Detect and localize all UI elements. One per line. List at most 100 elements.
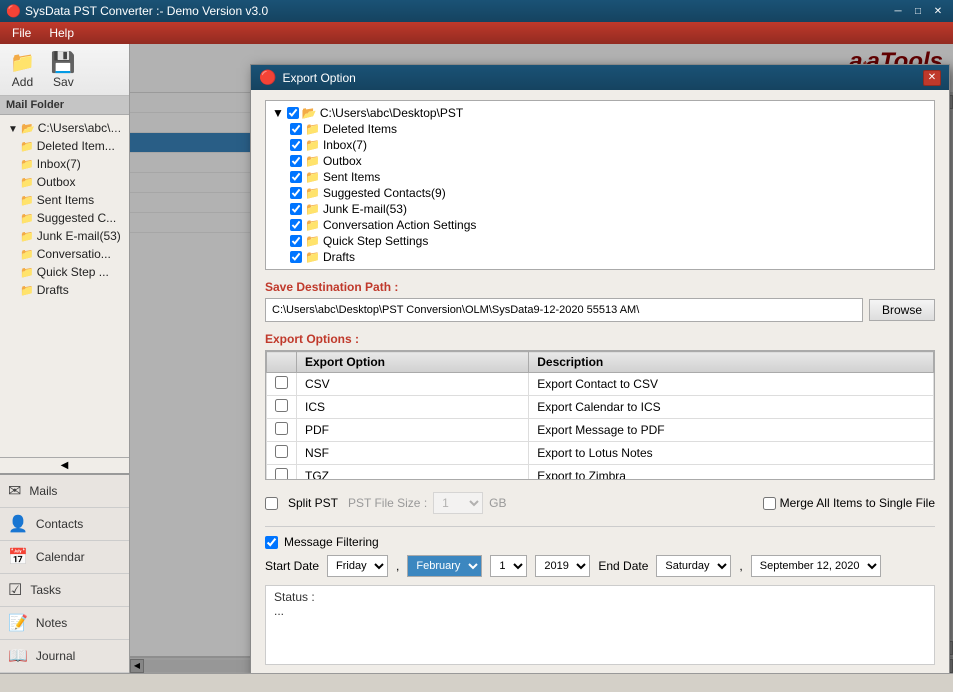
table-row-csv[interactable]: CSV Export Contact to CSV <box>267 373 934 396</box>
save-path-input[interactable] <box>265 298 863 322</box>
tgz-option: TGZ <box>297 465 529 481</box>
tree-root[interactable]: ▼ 📂 C:\Users\abc\D... <box>0 119 129 137</box>
end-day-select[interactable]: Saturday <box>656 555 731 577</box>
close-button[interactable]: ✕ <box>929 3 947 19</box>
dtree-root-label: C:\Users\abc\Desktop\PST <box>320 106 463 120</box>
pdf-option: PDF <box>297 419 529 442</box>
merge-checkbox[interactable] <box>763 497 776 510</box>
tree-item-quickstep[interactable]: 📁 Quick Step ... <box>0 263 129 281</box>
maximize-button[interactable]: □ <box>909 3 927 19</box>
status-box: Status : ... <box>265 585 935 665</box>
help-menu[interactable]: Help <box>41 24 82 42</box>
tree-item-sent[interactable]: 📁 Sent Items <box>0 191 129 209</box>
nav-notes[interactable]: 📝 Notes <box>0 607 129 640</box>
dtree-quickstep-checkbox[interactable] <box>290 235 302 247</box>
browse-button[interactable]: Browse <box>869 299 935 321</box>
file-menu[interactable]: File <box>4 24 39 42</box>
ics-checkbox[interactable] <box>275 399 288 412</box>
folder-icon: 📁 <box>305 122 320 136</box>
tree-item-inbox[interactable]: 📁 Inbox(7) <box>0 155 129 173</box>
table-row-pdf[interactable]: PDF Export Message to PDF <box>267 419 934 442</box>
folder-icon: 📁 <box>305 218 320 232</box>
dtree-root-row[interactable]: ▼ 📂 C:\Users\abc\Desktop\PST <box>270 105 930 121</box>
message-filter-checkbox[interactable] <box>265 536 278 549</box>
dtree-junk-checkbox[interactable] <box>290 203 302 215</box>
csv-checkbox[interactable] <box>275 376 288 389</box>
dtree-inbox[interactable]: 📁 Inbox(7) <box>270 137 930 153</box>
options-table-wrap: Export Option Description CSV Export Con… <box>265 350 935 480</box>
nav-tasks[interactable]: ☑ Tasks <box>0 574 129 607</box>
add-button[interactable]: 📁 Add <box>6 48 39 91</box>
table-row-tgz[interactable]: TGZ Export to Zimbra <box>267 465 934 481</box>
dialog-close-button[interactable]: ✕ <box>923 70 941 86</box>
dtree-suggested-label: Suggested Contacts(9) <box>323 186 446 200</box>
tree-item-outbox[interactable]: 📁 Outbox <box>0 173 129 191</box>
title-bar: 🔴 SysData PST Converter :- Demo Version … <box>0 0 953 22</box>
dtree-suggested-checkbox[interactable] <box>290 187 302 199</box>
app-icon: 🔴 <box>6 4 21 18</box>
dtree-conv-checkbox[interactable] <box>290 219 302 231</box>
folder-tree: ▼ 📂 C:\Users\abc\D... 📁 Deleted Item... … <box>0 115 129 457</box>
pst-size-select[interactable]: 1 <box>433 492 483 514</box>
dialog-overlay: 🔴 Export Option ✕ ▼ 📂 C:\Users\abc\Deskt… <box>130 44 953 673</box>
dtree-outbox-checkbox[interactable] <box>290 155 302 167</box>
dtree-drafts[interactable]: 📁 Drafts <box>270 249 930 265</box>
nav-journal[interactable]: 📖 Journal <box>0 640 129 673</box>
ics-description: Export Calendar to ICS <box>529 396 934 419</box>
table-row-nsf[interactable]: NSF Export to Lotus Notes <box>267 442 934 465</box>
dtree-sent-checkbox[interactable] <box>290 171 302 183</box>
start-daynum-select[interactable]: 1 <box>490 555 527 577</box>
dtree-junk[interactable]: 📁 Junk E-mail(53) <box>270 201 930 217</box>
dtree-inbox-checkbox[interactable] <box>290 139 302 151</box>
nav-calendar[interactable]: 📅 Calendar <box>0 541 129 574</box>
save-button[interactable]: 💾 Sav <box>47 48 80 91</box>
table-row-ics[interactable]: ICS Export Calendar to ICS <box>267 396 934 419</box>
panel-collapse-btn[interactable]: ◀ <box>0 457 129 473</box>
tree-item-conv[interactable]: 📁 Conversatio... <box>0 245 129 263</box>
export-options-label: Export Options : <box>265 332 935 346</box>
folder-icon: 📁 <box>305 170 320 184</box>
csv-description: Export Contact to CSV <box>529 373 934 396</box>
dtree-inbox-label: Inbox(7) <box>323 138 367 152</box>
contacts-icon: 👤 <box>8 514 28 534</box>
nav-mails[interactable]: ✉ Mails <box>0 475 129 508</box>
dtree-deleted[interactable]: 📁 Deleted Items <box>270 121 930 137</box>
end-month-select[interactable]: September 12, 2020 <box>751 555 881 577</box>
start-day-select[interactable]: Friday <box>327 555 388 577</box>
dtree-quickstep[interactable]: 📁 Quick Step Settings <box>270 233 930 249</box>
dtree-sent[interactable]: 📁 Sent Items <box>270 169 930 185</box>
dtree-conv[interactable]: 📁 Conversation Action Settings <box>270 217 930 233</box>
pdf-checkbox[interactable] <box>275 422 288 435</box>
nav-contacts[interactable]: 👤 Contacts <box>0 508 129 541</box>
dtree-root-checkbox[interactable] <box>287 107 299 119</box>
nav-icons: ✉ Mails 👤 Contacts 📅 Calendar ☑ Tasks 📝 … <box>0 473 129 673</box>
message-filter-label: Message Filtering <box>284 535 379 549</box>
dtree-sent-label: Sent Items <box>323 170 380 184</box>
split-pst-checkbox[interactable] <box>265 497 278 510</box>
date-row: Start Date Friday , February 1 <box>265 555 935 577</box>
save-destination-label: Save Destination Path : <box>265 280 935 294</box>
pst-file-size-label: PST File Size : <box>348 496 427 510</box>
nsf-checkbox[interactable] <box>275 445 288 458</box>
options-table: Export Option Description CSV Export Con… <box>266 351 934 480</box>
comma2: , <box>739 559 742 573</box>
dtree-outbox[interactable]: 📁 Outbox <box>270 153 930 169</box>
dtree-conv-label: Conversation Action Settings <box>323 218 476 232</box>
start-year-select[interactable]: 2019 <box>535 555 590 577</box>
dtree-suggested[interactable]: 📁 Suggested Contacts(9) <box>270 185 930 201</box>
tree-item-drafts[interactable]: 📁 Drafts <box>0 281 129 299</box>
tree-item-deleted[interactable]: 📁 Deleted Item... <box>0 137 129 155</box>
dialog-title-bar: 🔴 Export Option ✕ <box>251 65 949 90</box>
calendar-icon: 📅 <box>8 547 28 567</box>
start-month-select[interactable]: February <box>407 555 482 577</box>
col-check <box>267 352 297 373</box>
merge-label: Merge All Items to Single File <box>780 496 935 510</box>
menu-bar: File Help <box>0 22 953 44</box>
dtree-drafts-checkbox[interactable] <box>290 251 302 263</box>
minimize-button[interactable]: ─ <box>889 3 907 19</box>
tree-item-suggested[interactable]: 📁 Suggested C... <box>0 209 129 227</box>
tree-item-junk[interactable]: 📁 Junk E-mail(53) <box>0 227 129 245</box>
dialog-title: Export Option <box>282 71 355 85</box>
tgz-checkbox[interactable] <box>275 468 288 480</box>
dtree-deleted-checkbox[interactable] <box>290 123 302 135</box>
